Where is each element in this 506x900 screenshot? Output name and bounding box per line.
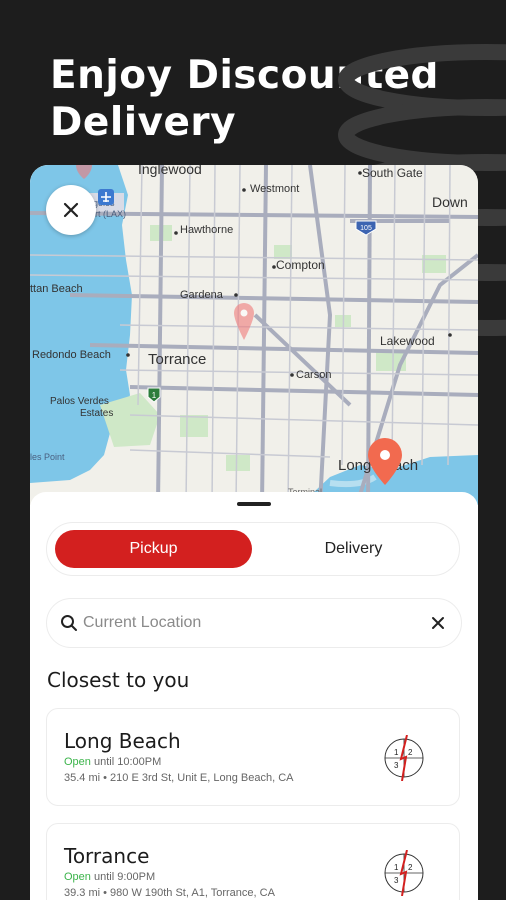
location-status: Open until 9:00PM: [64, 871, 155, 883]
map-label-inglewood: Inglewood: [138, 165, 202, 177]
open-status: Open: [64, 756, 91, 768]
map-label-torrance: Torrance: [148, 351, 206, 368]
hours: until 10:00PM: [93, 756, 162, 768]
svg-text:3: 3: [394, 876, 399, 885]
svg-text:2: 2: [408, 748, 413, 757]
map[interactable]: Inglewood Westmont South Gate Down Angel…: [30, 165, 478, 505]
svg-text:1: 1: [152, 391, 157, 400]
map-label-palos-verdes-2: Estates: [80, 408, 113, 419]
map-label-point: les Point: [30, 452, 65, 462]
section-title: Closest to you: [47, 668, 190, 692]
bottom-sheet: Pickup Delivery Closest to you Long Beac…: [30, 492, 478, 900]
location-name: Torrance: [64, 844, 150, 868]
location-status: Open until 10:00PM: [64, 756, 161, 768]
svg-text:105: 105: [360, 225, 372, 232]
open-status: Open: [64, 871, 91, 883]
svg-text:2: 2: [408, 863, 413, 872]
map-label-redondo-beach: Redondo Beach: [32, 349, 111, 361]
map-label-palos-verdes-1: Palos Verdes: [50, 396, 109, 407]
map-label-south-gate: South Gate: [362, 166, 423, 180]
hours: until 9:00PM: [93, 871, 156, 883]
map-label-compton: Compton: [276, 258, 325, 272]
map-label-gardena: Gardena: [180, 289, 224, 301]
map-label-westmont: Westmont: [250, 183, 299, 195]
map-label-carson: Carson: [296, 369, 331, 381]
search-input[interactable]: [83, 611, 413, 635]
svg-text:1: 1: [394, 863, 399, 872]
clear-search-icon[interactable]: [429, 614, 447, 632]
sheet-drag-handle[interactable]: [237, 502, 271, 506]
tab-delivery[interactable]: Delivery: [255, 530, 452, 568]
map-label-downey: Down: [432, 194, 468, 210]
order-type-toggle: Pickup Delivery: [46, 522, 460, 576]
map-label-manhattan-beach: ttan Beach: [30, 283, 83, 295]
svg-text:1: 1: [394, 748, 399, 757]
location-address: 39.3 mi • 980 W 190th St, A1, Torrance, …: [64, 887, 275, 899]
map-label-lakewood: Lakewood: [380, 334, 435, 348]
location-address: 35.4 mi • 210 E 3rd St, Unit E, Long Bea…: [64, 772, 294, 784]
app-screen: Inglewood Westmont South Gate Down Angel…: [30, 165, 478, 900]
map-label-hawthorne: Hawthorne: [180, 224, 233, 236]
location-card-long-beach[interactable]: Long Beach Open until 10:00PM 35.4 mi • …: [46, 708, 460, 806]
airport-icon: [98, 189, 114, 205]
location-search: [46, 598, 462, 648]
location-card-torrance[interactable]: Torrance Open until 9:00PM 39.3 mi • 980…: [46, 823, 460, 900]
svg-text:3: 3: [394, 761, 399, 770]
search-icon: [61, 615, 77, 631]
store-logo: 1 2 3: [384, 735, 424, 781]
store-logo: 1 2 3: [384, 850, 424, 896]
close-icon: [63, 202, 79, 218]
tab-pickup[interactable]: Pickup: [55, 530, 252, 568]
location-name: Long Beach: [64, 729, 181, 753]
close-button[interactable]: [46, 185, 96, 235]
